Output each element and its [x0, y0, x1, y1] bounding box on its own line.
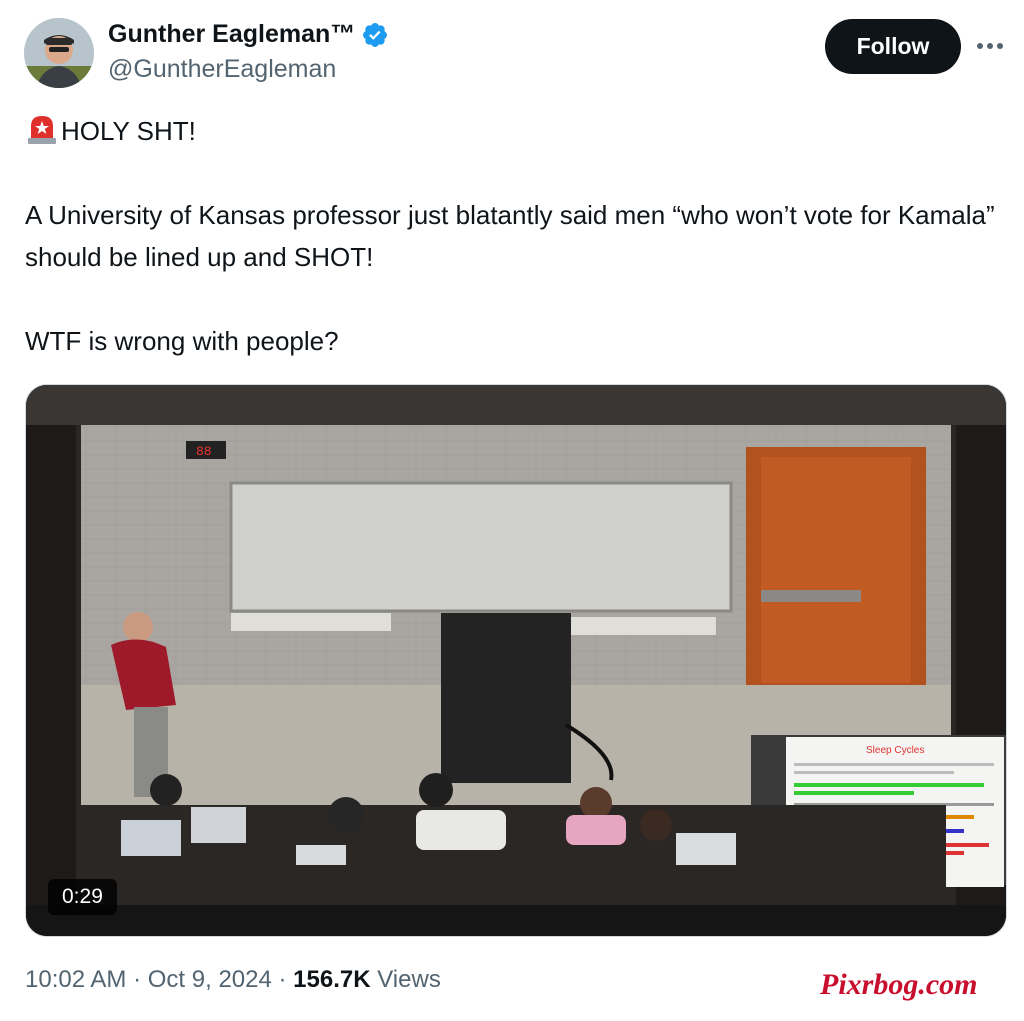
- author-name-row[interactable]: Gunther Eagleman™: [108, 20, 389, 49]
- follow-button[interactable]: Follow: [825, 19, 961, 74]
- views-label: Views: [377, 966, 441, 993]
- video-frame: 88 Sleep Cycles: [26, 385, 1006, 936]
- author-handle[interactable]: @GuntherEagleman: [108, 55, 336, 84]
- tweet-question: WTF is wrong with people?: [25, 326, 339, 356]
- tweet-body: A University of Kansas professor just bl…: [25, 200, 995, 272]
- tweet-date[interactable]: Oct 9, 2024: [148, 966, 272, 993]
- more-options-icon[interactable]: [974, 30, 1006, 62]
- watermark: Pixrbog.com: [820, 968, 978, 1001]
- meta-separator: ·: [278, 966, 287, 993]
- author-display-name[interactable]: Gunther Eagleman™: [108, 20, 355, 49]
- tweet-time[interactable]: 10:02 AM: [25, 966, 126, 993]
- tweet-line-1: HOLY SHT!: [25, 110, 1015, 152]
- tweet-headline: HOLY SHT!: [61, 116, 196, 146]
- verified-badge-icon: [363, 22, 388, 47]
- tweet-text: HOLY SHT! A University of Kansas profess…: [25, 110, 1015, 362]
- profile-avatar-image: [24, 18, 94, 88]
- slide-title: Sleep Cycles: [866, 745, 924, 756]
- meta-separator: ·: [133, 966, 142, 993]
- video-player[interactable]: 88 Sleep Cycles 0:29: [25, 384, 1007, 937]
- video-duration: 0:29: [48, 879, 117, 915]
- tweet-meta: 10:02 AM · Oct 9, 2024 · 156.7K Views: [25, 966, 441, 994]
- avatar[interactable]: [24, 18, 94, 88]
- views-count[interactable]: 156.7K: [293, 966, 370, 993]
- svg-text:88: 88: [196, 444, 212, 459]
- rotating-light-emoji: [28, 116, 56, 144]
